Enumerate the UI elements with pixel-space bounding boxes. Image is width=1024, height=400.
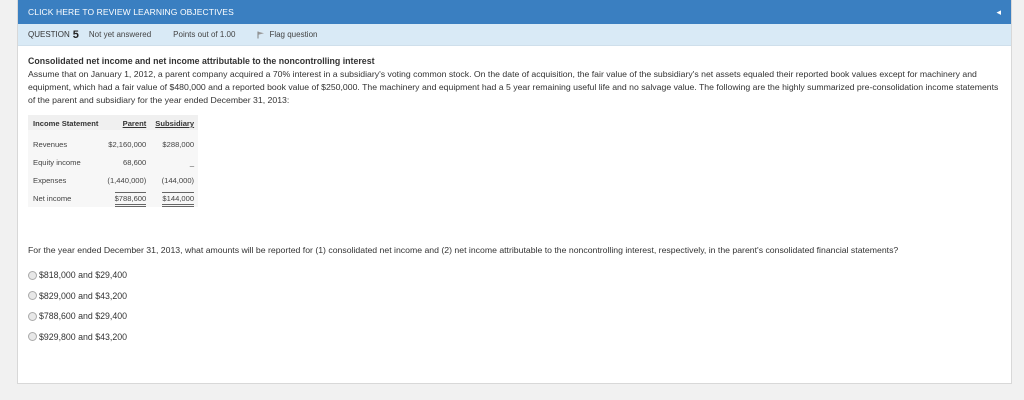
question-title: Consolidated net income and net income a… [28, 56, 375, 66]
table-header-row: Income Statement Parent Subsidiary [28, 115, 199, 130]
table-row: Net income $788,600 $144,000 [28, 189, 198, 207]
answer-option[interactable]: $818,000 and $29,400 [28, 265, 1001, 286]
radio-button[interactable] [28, 332, 37, 342]
subsidiary-value: (144,000) [161, 176, 195, 185]
triangle-left-icon[interactable]: ◂ [996, 7, 1001, 18]
learning-objectives-link[interactable]: CLICK HERE TO REVIEW LEARNING OBJECTIVES [28, 7, 234, 17]
question-panel: CLICK HERE TO REVIEW LEARNING OBJECTIVES… [17, 0, 1012, 384]
question-status-bar: QUESTION 5 Not yet answered Points out o… [18, 24, 1011, 46]
question-number: 5 [72, 28, 79, 41]
question-prompt: For the year ended December 31, 2013, wh… [28, 245, 899, 255]
row-label: Net income [33, 194, 72, 203]
subsidiary-value: $288,000 [162, 140, 195, 149]
option-label: $818,000 and $29,400 [39, 270, 128, 281]
radio-button[interactable] [28, 311, 37, 321]
row-label: Revenues [33, 140, 68, 149]
answer-options: $818,000 and $29,400 $829,000 and $43,20… [28, 265, 1001, 347]
parent-value: (1,440,000) [107, 176, 147, 185]
subsidiary-value: $144,000 [162, 192, 195, 207]
table-row: Revenues $2,160,000 $288,000 [28, 135, 198, 153]
flag-question-button[interactable]: Flag question [257, 30, 317, 39]
parent-value: $788,600 [114, 192, 147, 207]
radio-button[interactable] [28, 270, 37, 280]
learning-objectives-banner[interactable]: CLICK HERE TO REVIEW LEARNING OBJECTIVES… [18, 0, 1011, 24]
flag-question-label: Flag question [269, 30, 318, 39]
row-label: Equity income [33, 158, 81, 167]
column-header: Income Statement [28, 115, 103, 130]
column-header: Parent [102, 115, 151, 130]
option-label: $788,600 and $29,400 [39, 311, 128, 322]
radio-button[interactable] [28, 291, 37, 301]
answer-option[interactable]: $929,800 and $43,200 [28, 327, 1001, 348]
option-label: $829,000 and $43,200 [39, 290, 128, 301]
table-row: Equity income 68,600 _ [28, 153, 198, 171]
table-row: Expenses (1,440,000) (144,000) [28, 171, 198, 189]
subsidiary-value: _ [189, 158, 195, 167]
answer-option[interactable]: $788,600 and $29,400 [28, 306, 1001, 327]
points-info: Points out of 1.00 [173, 30, 236, 39]
question-body: Assume that on January 1, 2012, a parent… [28, 69, 999, 105]
answer-option[interactable]: $829,000 and $43,200 [28, 286, 1001, 307]
question-label: QUESTION [28, 30, 70, 39]
column-header: Subsidiary [150, 115, 199, 130]
parent-value: $2,160,000 [108, 140, 147, 149]
parent-value: 68,600 [123, 158, 147, 167]
row-label: Expenses [33, 176, 67, 185]
option-label: $929,800 and $43,200 [39, 331, 128, 342]
income-statement-table: Income Statement Parent Subsidiary Reven… [28, 115, 199, 207]
answer-status: Not yet answered [88, 30, 152, 39]
flag-icon [257, 31, 265, 38]
